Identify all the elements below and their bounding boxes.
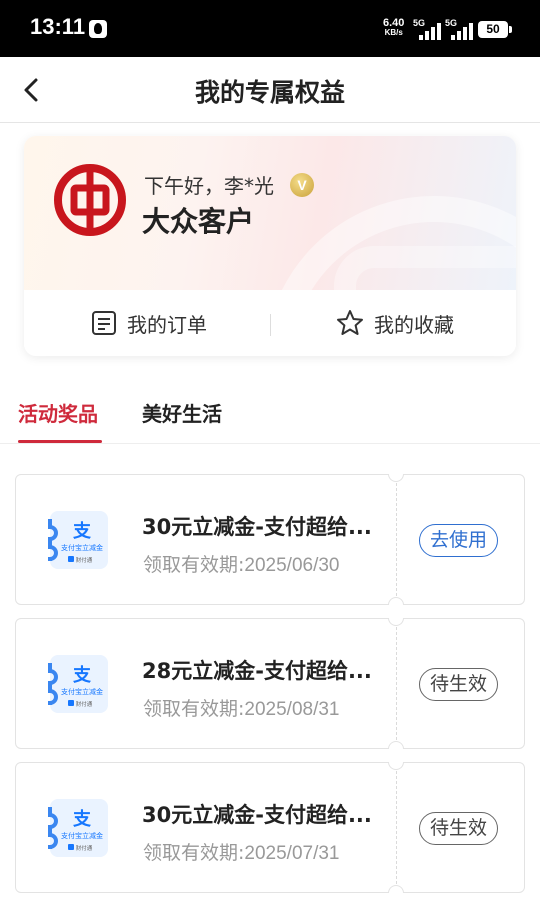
coupon-validity-date: 2025/07/31 <box>244 843 340 864</box>
nav-bar: 我的专属权益 <box>0 57 540 123</box>
coupon-validity: 领取有效期:2025/06/30 <box>143 550 340 577</box>
profile-card: 下午好，李*光 V 大众客户 我的订单 我的收藏 <box>24 136 516 356</box>
voucher-caption: 支付宝立减金 <box>61 831 103 840</box>
coupon-validity-label: 领取有效期: <box>143 842 245 864</box>
star-icon <box>337 310 363 335</box>
my-favorites-link[interactable]: 我的收藏 <box>336 290 454 356</box>
greeting-text: 下午好，李*光 <box>144 174 274 198</box>
coupon-card[interactable]: 支 支付宝立减金 财付通 30元立减金-支付超给... 领取有效期:2025/0… <box>15 474 525 605</box>
sim2-network-label: 5G <box>445 18 458 28</box>
coupon-validity-date: 2025/06/30 <box>244 555 340 576</box>
order-list-icon <box>92 311 116 335</box>
active-tab-indicator <box>18 440 102 443</box>
signal-icon-sim2: 5G <box>445 18 473 40</box>
alipay-glyph: 支 <box>72 808 92 830</box>
use-coupon-button[interactable]: 去使用 <box>419 524 499 557</box>
voucher-footer: 财付通 <box>76 700 93 708</box>
coupon-name: 30元立减金-支付超给... <box>142 515 372 539</box>
pending-status-button[interactable]: 待生效 <box>419 812 499 845</box>
bank-of-china-logo <box>54 164 126 236</box>
battery-icon: 50 <box>478 21 512 38</box>
battery-level: 50 <box>486 22 500 36</box>
customer-level: 大众客户 <box>142 205 255 238</box>
network-speed-unit: KB/s <box>384 28 403 37</box>
page-title: 我的专属权益 <box>194 78 345 107</box>
tab-good-life[interactable]: 美好生活 <box>142 398 222 427</box>
network-speed-value: 6.40 <box>383 17 405 29</box>
coupon-validity-date: 2025/08/31 <box>244 699 340 720</box>
links-divider <box>270 314 271 336</box>
voucher-caption: 支付宝立减金 <box>61 687 103 696</box>
coupon-notch <box>388 885 404 893</box>
coupon-notch <box>388 618 404 626</box>
voucher-caption: 支付宝立减金 <box>61 543 103 552</box>
coupon-notch <box>388 762 404 770</box>
signal-icon-sim1: 5G <box>413 18 441 40</box>
vip-badge-icon: V <box>290 173 314 197</box>
status-bar: 13:11 6.40 KB/s 5G 5G 50 <box>0 0 540 57</box>
status-time: 13:11 <box>30 14 86 39</box>
coupon-name: 30元立减金-支付超给... <box>142 803 372 827</box>
coupon-validity-label: 领取有效期: <box>143 554 245 576</box>
profile-links: 我的订单 我的收藏 <box>24 290 516 356</box>
coupon-card[interactable]: 支 支付宝立减金 财付通 30元立减金-支付超给... 领取有效期:2025/0… <box>15 762 525 893</box>
tab-activity-prizes[interactable]: 活动奖品 <box>18 398 98 427</box>
alipay-glyph: 支 <box>72 520 92 542</box>
voucher-footer: 财付通 <box>76 844 93 852</box>
coupon-divider <box>396 771 397 884</box>
alipay-voucher-icon: 支 支付宝立减金 财付通 <box>48 655 108 713</box>
coupon-card[interactable]: 支 支付宝立减金 财付通 28元立减金-支付超给... 领取有效期:2025/0… <box>15 618 525 749</box>
my-favorites-label: 我的收藏 <box>374 312 454 337</box>
voucher-footer: 财付通 <box>76 556 93 564</box>
coupon-validity-label: 领取有效期: <box>143 698 245 720</box>
alipay-glyph: 支 <box>72 664 92 686</box>
my-orders-link[interactable]: 我的订单 <box>91 290 207 356</box>
tab-bar: 活动奖品 美好生活 <box>0 380 540 444</box>
coupon-divider <box>396 627 397 740</box>
coupon-validity: 领取有效期:2025/07/31 <box>143 838 340 865</box>
coupon-notch <box>388 474 404 482</box>
sim1-network-label: 5G <box>413 18 426 28</box>
alipay-voucher-icon: 支 支付宝立减金 财付通 <box>48 511 108 569</box>
banner-decoration-inner <box>334 246 516 290</box>
pending-status-button[interactable]: 待生效 <box>419 668 499 701</box>
alipay-voucher-icon: 支 支付宝立减金 财付通 <box>48 799 108 857</box>
coupon-notch <box>388 597 404 605</box>
coupon-validity: 领取有效期:2025/08/31 <box>143 694 340 721</box>
coupon-divider <box>396 483 397 596</box>
coupon-notch <box>388 741 404 749</box>
coupon-name: 28元立减金-支付超给... <box>142 659 372 683</box>
profile-banner: 下午好，李*光 V 大众客户 <box>24 136 516 290</box>
network-speed: 6.40 KB/s <box>383 18 404 38</box>
qq-notification-icon <box>89 20 107 38</box>
my-orders-label: 我的订单 <box>127 312 207 337</box>
